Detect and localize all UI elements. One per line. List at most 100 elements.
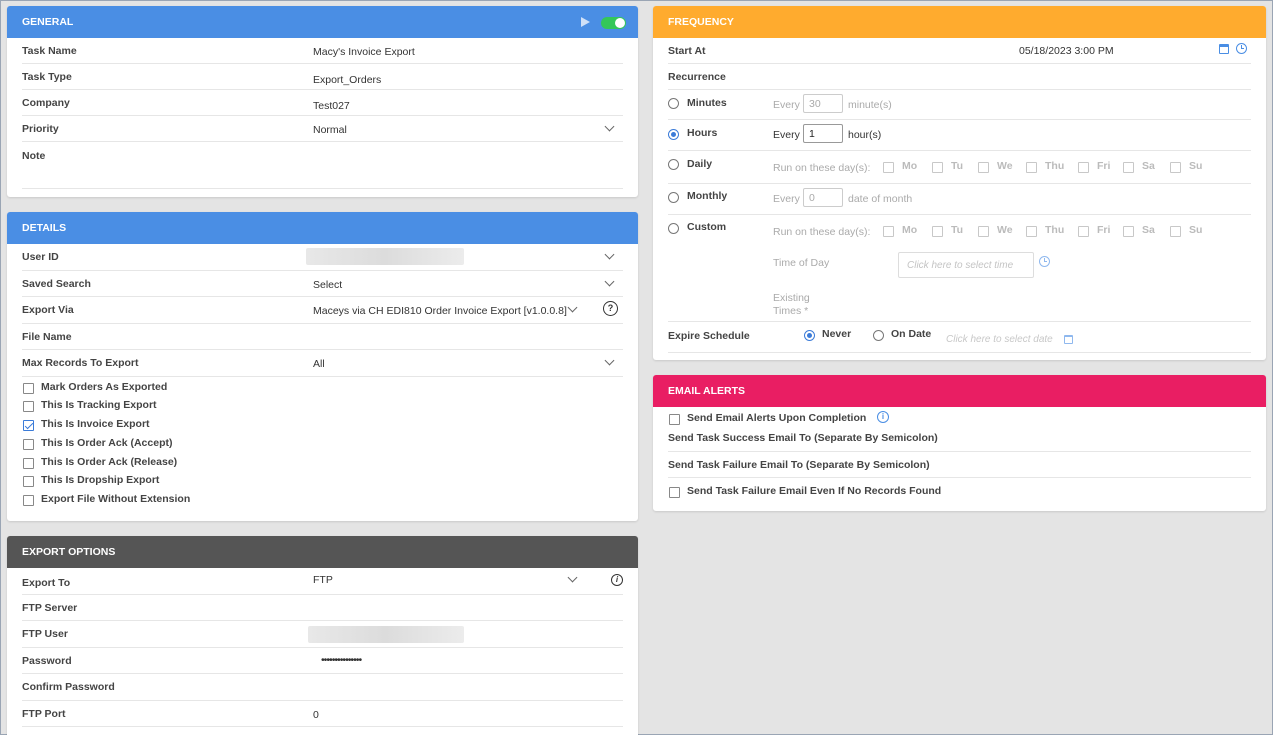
chevron-down-icon[interactable]: [567, 572, 578, 583]
checkbox-order-ack-accept[interactable]: This Is Order Ack (Accept): [22, 435, 623, 454]
hours-input[interactable]: 1: [803, 124, 843, 143]
daily-radio[interactable]: [668, 159, 679, 170]
checkbox-tracking-export[interactable]: This Is Tracking Export: [22, 397, 623, 416]
failure-no-records-row[interactable]: Send Task Failure Email Even If No Recor…: [668, 478, 1251, 504]
expire-date-input[interactable]: Click here to select date: [946, 334, 1053, 345]
chevron-down-icon[interactable]: [604, 249, 615, 260]
details-panel: DETAILS User ID Saved Search Select Expo…: [7, 212, 638, 521]
ftp-user-row: FTP User: [22, 621, 623, 648]
checkbox[interactable]: [23, 476, 34, 488]
checkbox-checked[interactable]: [23, 420, 34, 432]
details-checkbox-list: Mark Orders As Exported This Is Tracking…: [22, 377, 623, 511]
failure-no-records-label: Send Task Failure Email Even If No Recor…: [687, 485, 942, 497]
info-icon[interactable]: i: [611, 574, 623, 586]
custom-day-checkbox-mo[interactable]: [883, 226, 894, 237]
export-to-row[interactable]: Export To FTP i: [22, 568, 623, 595]
day-label: Thu: [1045, 224, 1065, 236]
export-options-panel: EXPORT OPTIONS Export To FTP i FTP Serve…: [7, 536, 638, 735]
daily-day-checkbox-su[interactable]: [1170, 162, 1181, 173]
checkbox[interactable]: [23, 382, 34, 394]
never-radio-selected[interactable]: [804, 330, 815, 341]
toggle-knob: [615, 18, 625, 28]
clock-icon[interactable]: [1236, 43, 1247, 54]
custom-day-checkbox-su[interactable]: [1170, 226, 1181, 237]
day-label: Tu: [951, 224, 964, 236]
export-via-select[interactable]: Maceys via CH EDI810 Order Invoice Expor…: [313, 305, 567, 317]
expire-schedule-row: Expire Schedule Never On Date Click here…: [668, 322, 1251, 353]
user-id-row[interactable]: User ID: [22, 244, 623, 271]
on-date-radio[interactable]: [873, 330, 884, 341]
start-at-value[interactable]: 05/18/2023 3:00 PM: [1019, 45, 1114, 57]
chevron-down-icon[interactable]: [567, 302, 578, 313]
checkbox-invoice-export[interactable]: This Is Invoice Export: [22, 416, 623, 435]
daily-option-row: Daily Run on these day(s): Mo Tu We Thu …: [668, 151, 1251, 184]
checkbox-order-ack-release[interactable]: This Is Order Ack (Release): [22, 454, 623, 473]
daily-day-checkbox-sa[interactable]: [1123, 162, 1134, 173]
info-icon[interactable]: i: [877, 411, 889, 423]
custom-day-checkbox-tu[interactable]: [932, 226, 943, 237]
enable-toggle[interactable]: [601, 17, 626, 29]
failure-email-row[interactable]: Send Task Failure Email To (Separate By …: [668, 452, 1251, 478]
minutes-unit: minute(s): [848, 99, 892, 111]
checkbox[interactable]: [23, 401, 34, 413]
custom-radio[interactable]: [668, 223, 679, 234]
saved-search-select[interactable]: Select: [313, 279, 342, 291]
chevron-down-icon[interactable]: [604, 121, 615, 132]
checkbox[interactable]: [23, 438, 34, 450]
daily-day-checkbox-fri[interactable]: [1078, 162, 1089, 173]
custom-day-checkbox-we[interactable]: [978, 226, 989, 237]
play-icon[interactable]: [581, 17, 590, 27]
task-type-field[interactable]: Export_Orders: [313, 74, 381, 86]
monthly-input[interactable]: 0: [803, 188, 843, 207]
calendar-icon[interactable]: [1219, 44, 1229, 54]
chevron-down-icon[interactable]: [604, 276, 615, 286]
ftp-server-row: FTP Server: [22, 595, 623, 621]
checkbox-dropship-export[interactable]: This Is Dropship Export: [22, 472, 623, 491]
help-icon[interactable]: ?: [603, 301, 618, 316]
export-via-row[interactable]: Export Via Maceys via CH EDI810 Order In…: [22, 297, 623, 324]
checkbox[interactable]: [23, 457, 34, 469]
minutes-input[interactable]: 30: [803, 94, 843, 113]
clock-icon[interactable]: [1039, 256, 1050, 267]
hours-radio-selected[interactable]: [668, 129, 679, 140]
day-label: Thu: [1045, 160, 1065, 172]
company-label: Company: [22, 97, 70, 109]
frequency-panel: FREQUENCY Start At 05/18/2023 3:00 PM Re…: [653, 6, 1266, 360]
custom-day-checkbox-sa[interactable]: [1123, 226, 1134, 237]
ftp-user-value-redacted[interactable]: [308, 626, 464, 643]
day-label: Tu: [951, 160, 964, 172]
daily-day-checkbox-thu[interactable]: [1026, 162, 1037, 173]
custom-day-checkbox-fri[interactable]: [1078, 226, 1089, 237]
failure-no-records-checkbox[interactable]: [669, 487, 680, 498]
user-id-value-redacted[interactable]: [306, 248, 464, 265]
max-records-select[interactable]: All: [313, 358, 325, 370]
time-of-day-input[interactable]: Click here to select time: [898, 252, 1034, 278]
send-alerts-row[interactable]: Send Email Alerts Upon Completion i: [668, 407, 1251, 427]
on-date-label: On Date: [891, 328, 932, 340]
checkbox-mark-exported[interactable]: Mark Orders As Exported: [22, 379, 623, 398]
priority-label: Priority: [22, 123, 59, 135]
minutes-radio[interactable]: [668, 98, 679, 109]
send-alerts-checkbox[interactable]: [669, 414, 680, 425]
calendar-icon[interactable]: [1064, 335, 1073, 344]
ftp-port-field[interactable]: 0: [313, 709, 319, 721]
daily-day-checkbox-tu[interactable]: [932, 162, 943, 173]
task-name-field[interactable]: Macy's Invoice Export: [313, 46, 415, 58]
checkbox-label: Export File Without Extension: [41, 493, 191, 506]
checkbox[interactable]: [23, 495, 34, 507]
priority-row[interactable]: Priority Normal: [22, 116, 623, 142]
daily-day-checkbox-mo[interactable]: [883, 162, 894, 173]
saved-search-row[interactable]: Saved Search Select: [22, 271, 623, 297]
priority-select[interactable]: Normal: [313, 124, 347, 136]
daily-day-checkbox-we[interactable]: [978, 162, 989, 173]
export-to-select[interactable]: FTP: [313, 574, 333, 586]
checkbox-no-extension[interactable]: Export File Without Extension: [22, 491, 623, 510]
chevron-down-icon[interactable]: [604, 355, 615, 366]
company-field[interactable]: Test027: [313, 100, 350, 112]
monthly-radio[interactable]: [668, 192, 679, 203]
max-records-row[interactable]: Max Records To Export All: [22, 350, 623, 377]
monthly-label: Monthly: [687, 190, 728, 202]
password-field[interactable]: •••••••••••••••: [321, 654, 362, 666]
custom-day-checkbox-thu[interactable]: [1026, 226, 1037, 237]
success-email-row[interactable]: Send Task Success Email To (Separate By …: [668, 427, 1251, 452]
